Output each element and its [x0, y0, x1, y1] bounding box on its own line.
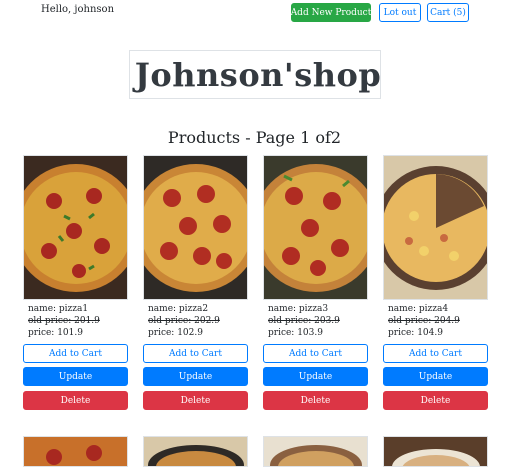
product-old-price: old price: 202.9	[148, 316, 220, 326]
product-image	[263, 155, 368, 300]
update-button[interactable]: Update	[263, 367, 368, 386]
add-to-cart-button[interactable]: Add to Cart	[263, 344, 368, 363]
product-price: price: 103.9	[268, 328, 323, 338]
delete-button[interactable]: Delete	[143, 391, 248, 410]
product-image	[383, 436, 488, 467]
product-image	[143, 436, 248, 467]
logout-button[interactable]: Lot out	[379, 3, 421, 22]
product-name: name: pizza2	[148, 304, 209, 314]
product-card: name: pizza2 old price: 202.9 price: 102…	[143, 155, 248, 410]
product-old-price: old price: 204.9	[388, 316, 460, 326]
product-card: name: pizza4 old price: 204.9 price: 104…	[383, 155, 488, 410]
product-name: name: pizza3	[268, 304, 329, 314]
product-image	[23, 155, 128, 300]
product-name: name: pizza4	[388, 304, 449, 314]
product-card: name: pizza1 old price: 201.9 price: 101…	[23, 155, 128, 410]
page-title: Products - Page 1 of2	[167, 128, 342, 147]
update-button[interactable]: Update	[143, 367, 248, 386]
product-card: name: pizza3 old price: 203.9 price: 103…	[263, 155, 368, 410]
shop-logo-banner: Johnson'shop	[129, 50, 381, 99]
product-old-price: old price: 203.9	[268, 316, 340, 326]
cart-button[interactable]: Cart (5)	[427, 3, 469, 22]
add-to-cart-button[interactable]: Add to Cart	[143, 344, 248, 363]
product-name: name: pizza1	[28, 304, 89, 314]
product-price: price: 101.9	[28, 328, 83, 338]
product-image	[383, 155, 488, 300]
product-price: price: 102.9	[148, 328, 203, 338]
add-new-product-button[interactable]: Add New Product	[291, 3, 371, 22]
greeting-text: Hello, johnson	[41, 4, 115, 15]
delete-button[interactable]: Delete	[383, 391, 488, 410]
product-price: price: 104.9	[388, 328, 443, 338]
product-image	[143, 155, 248, 300]
product-old-price: old price: 201.9	[28, 316, 100, 326]
delete-button[interactable]: Delete	[263, 391, 368, 410]
update-button[interactable]: Update	[383, 367, 488, 386]
add-to-cart-button[interactable]: Add to Cart	[23, 344, 128, 363]
add-to-cart-button[interactable]: Add to Cart	[383, 344, 488, 363]
product-image	[23, 436, 128, 467]
update-button[interactable]: Update	[23, 367, 128, 386]
delete-button[interactable]: Delete	[23, 391, 128, 410]
shop-name: Johnson'shop	[134, 55, 382, 94]
product-image	[263, 436, 368, 467]
